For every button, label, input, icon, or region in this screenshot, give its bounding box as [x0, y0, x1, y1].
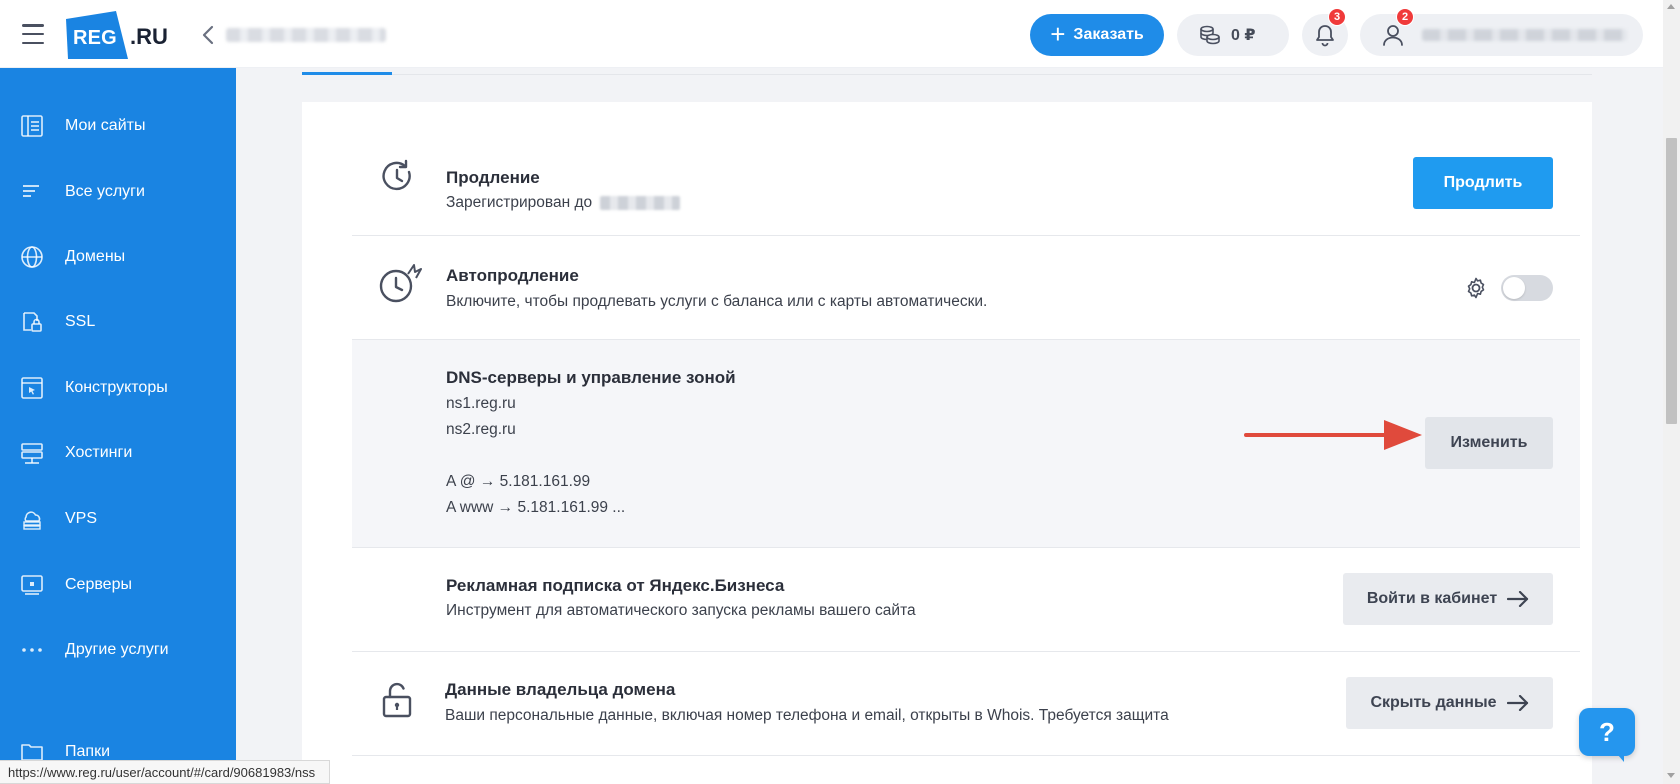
sites-icon [21, 115, 43, 137]
autorenewal-clock-icon [379, 264, 422, 303]
sidebar-item-constructors[interactable]: Конструкторы [0, 364, 236, 412]
page-scrollbar[interactable] [1663, 0, 1680, 784]
sidebar-item-other-services[interactable]: Другие услуги [0, 626, 236, 674]
dns-ns1: ns1.reg.ru [446, 395, 516, 412]
renewal-subtitle: Зарегистрирован до [446, 194, 681, 212]
autorenewal-title: Автопродление [446, 266, 579, 285]
sidebar-item-label: VPS [65, 510, 98, 527]
sidebar-item-domains[interactable]: Домены [0, 233, 236, 281]
ssl-lock-icon [23, 312, 42, 332]
scroll-down-arrow-icon[interactable] [1667, 773, 1675, 778]
help-chat-button[interactable]: ? [1579, 708, 1635, 756]
coins-icon [1200, 25, 1220, 45]
user-icon [1383, 25, 1403, 46]
renewal-title: Продление [446, 168, 540, 187]
sidebar-item-label: Мои сайты [65, 117, 146, 134]
enter-cabinet-button-label: Войти в кабинет [1366, 590, 1498, 607]
renewal-row: Продление Зарегистрирован до Продлить [352, 132, 1580, 236]
settings-gear-icon[interactable] [1464, 276, 1488, 300]
renewal-subtitle-text: Зарегистрирован до [446, 194, 593, 211]
owner-title: Данные владельца домена [445, 680, 676, 699]
top-header: REG .RU + Заказать 0 ₽ 3 2 [0, 0, 1663, 68]
list-icon [23, 185, 39, 197]
reg-ru-logo[interactable]: REG .RU [66, 10, 168, 60]
ads-subtitle: Инструмент для автоматического запуска р… [446, 602, 916, 619]
profile-badge: 2 [1396, 8, 1414, 26]
active-tab-indicator [302, 72, 392, 75]
ads-row: Рекламная подписка от Яндекс.Бизнеса Инс… [352, 548, 1580, 652]
change-dns-button[interactable]: Изменить [1425, 417, 1553, 469]
notifications-badge: 3 [1328, 8, 1346, 26]
balance-amount: 0 ₽ [1231, 27, 1256, 44]
sidebar: Мои сайты Все услуги Домены SSL Конструк… [0, 68, 236, 784]
scroll-thumb[interactable] [1666, 138, 1677, 424]
more-dots-icon [22, 648, 42, 652]
user-profile-button[interactable]: 2 [1360, 8, 1643, 56]
renewal-clock-icon [382, 159, 411, 191]
sidebar-item-label: SSL [65, 313, 96, 330]
dns-row: DNS-серверы и управление зоной ns1.reg.r… [352, 340, 1580, 548]
logo-mark: REG [66, 11, 128, 59]
owner-subtitle: Ваши персональные данные, включая номер … [445, 707, 1169, 724]
notifications-button[interactable]: 3 [1302, 8, 1348, 56]
dns-record-2: A www → 5.181.161.99 ... [446, 499, 626, 516]
renew-button[interactable]: Продлить [1413, 157, 1553, 209]
sidebar-item-hosting[interactable]: Хостинги [0, 429, 236, 477]
plus-icon: + [1050, 19, 1066, 49]
dns-title: DNS-серверы и управление зоной [446, 368, 736, 387]
dns-ns2: ns2.reg.ru [446, 421, 516, 438]
main-content: Продление Зарегистрирован до Продлить Ав… [236, 68, 1663, 784]
expiry-date-redacted [600, 195, 681, 210]
sidebar-item-label: Серверы [65, 576, 132, 593]
logo-suffix: .RU [130, 24, 168, 49]
sidebar-item-all-services[interactable]: Все услуги [0, 168, 236, 216]
sidebar-item-ssl[interactable]: SSL [0, 298, 236, 346]
sidebar-item-vps[interactable]: VPS [0, 495, 236, 543]
sidebar-item-label: Все услуги [65, 183, 145, 200]
sidebar-item-servers[interactable]: Серверы [0, 561, 236, 609]
scroll-up-arrow-icon[interactable] [1667, 4, 1675, 9]
server-icon [21, 575, 43, 595]
toggle-knob [1503, 277, 1525, 299]
constructor-icon [21, 377, 43, 399]
domain-card: Продление Зарегистрирован до Продлить Ав… [302, 102, 1592, 784]
red-arrow-annotation [1244, 420, 1422, 450]
vps-cloud-icon [23, 511, 41, 530]
bell-icon [1316, 25, 1334, 47]
hide-data-button[interactable]: Скрыть данные [1346, 677, 1553, 729]
dns-record-1: A @ → 5.181.161.99 [446, 473, 591, 490]
sidebar-item-label: Хостинги [65, 444, 133, 461]
browser-status-url: https://www.reg.ru/user/account/#/card/9… [0, 760, 330, 784]
hide-data-button-label: Скрыть данные [1370, 694, 1497, 711]
arrow-right-icon [1506, 695, 1528, 711]
breadcrumb-redacted [226, 28, 386, 42]
username-redacted [1422, 29, 1627, 41]
globe-icon [21, 246, 43, 268]
sidebar-item-label: Домены [65, 248, 126, 265]
arrow-right-icon [1507, 591, 1529, 607]
order-button[interactable]: + Заказать [1030, 14, 1164, 56]
renew-button-label: Продлить [1443, 174, 1523, 191]
sidebar-item-label: Папки [65, 743, 110, 760]
owner-row: Данные владельца домена Ваши персональны… [352, 652, 1580, 756]
ads-title: Рекламная подписка от Яндекс.Бизнеса [446, 576, 785, 595]
sidebar-item-label: Другие услуги [65, 641, 169, 658]
hosting-icon [21, 443, 43, 464]
autorenewal-toggle[interactable] [1501, 275, 1553, 301]
back-chevron-icon[interactable] [200, 24, 216, 46]
help-question-icon: ? [1599, 716, 1615, 747]
menu-burger-icon[interactable] [22, 24, 44, 44]
unlocked-padlock-icon [382, 682, 412, 718]
logo-text: REG [73, 27, 117, 49]
autorenewal-row: Автопродление Включите, чтобы продлевать… [352, 236, 1580, 340]
tabs-divider [302, 74, 1592, 75]
autorenewal-subtitle: Включите, чтобы продлевать услуги с бала… [446, 293, 988, 310]
balance-button[interactable]: 0 ₽ [1177, 14, 1289, 56]
help-bubble-tail [1612, 748, 1624, 762]
sidebar-item-label: Конструкторы [65, 379, 168, 396]
change-dns-button-label: Изменить [1450, 434, 1528, 451]
enter-cabinet-button[interactable]: Войти в кабинет [1343, 573, 1553, 625]
sidebar-item-my-sites[interactable]: Мои сайты [0, 102, 236, 150]
order-button-label: Заказать [1073, 26, 1144, 43]
